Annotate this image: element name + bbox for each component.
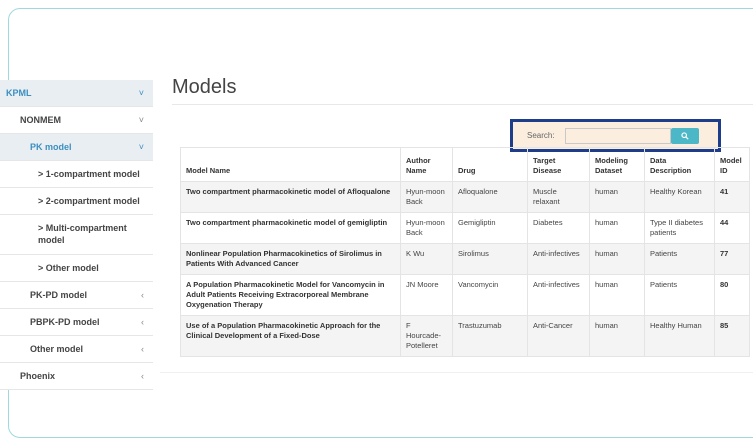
chevron-down-icon: ˅ [138, 142, 144, 152]
sidebar-item-multi-compartment[interactable]: > Multi-compartment model [0, 215, 153, 255]
sidebar: KPML ˅ NONMEM ˅ PK model ˅ > 1-compartme… [0, 80, 153, 390]
cell-drug: Afloqualone [452, 181, 528, 213]
cell-description: Healthy Human [644, 315, 715, 357]
search-label: Search: [527, 131, 555, 140]
table-row[interactable]: Use of a Population Pharmacokinetic Appr… [180, 315, 750, 357]
search-button[interactable] [671, 128, 699, 144]
chevron-left-icon: ‹ [141, 290, 144, 300]
sidebar-item-label: NONMEM [20, 115, 61, 125]
table-row[interactable]: Two compartment pharmacokinetic model of… [180, 181, 750, 213]
cell-author: JN Moore [400, 274, 453, 316]
sidebar-item-label: Phoenix [20, 371, 56, 381]
models-table-container: Model Name Author Name Drug Target Disea… [180, 147, 753, 372]
cell-drug: Vancomycin [452, 274, 528, 316]
cell-model-name[interactable]: Use of a Population Pharmacokinetic Appr… [180, 315, 401, 357]
divider [172, 104, 753, 105]
sidebar-item-label: Other model [30, 344, 84, 354]
chevron-left-icon: ‹ [141, 317, 144, 327]
cell-author: Hyun-moon Back [400, 181, 453, 213]
cell-model-name[interactable]: Two compartment pharmacokinetic model of… [180, 212, 401, 244]
cell-author: F Hourcade-Potelleret [400, 315, 453, 357]
cell-dataset: human [589, 181, 645, 213]
cell-model-name[interactable]: Two compartment pharmacokinetic model of… [180, 181, 401, 213]
sidebar-item-label: KPML [6, 88, 32, 98]
cell-dataset: human [589, 243, 645, 275]
cell-author: Hyun-moon Back [400, 212, 453, 244]
sidebar-item-pk-pd-model[interactable]: PK-PD model ‹ [0, 282, 153, 309]
sidebar-item-label: > Multi-compartment model [38, 223, 127, 245]
chevron-down-icon: ˅ [138, 88, 144, 98]
sidebar-item-other-model[interactable]: Other model ‹ [0, 336, 153, 363]
sidebar-item-1-compartment[interactable]: > 1-compartment model [0, 161, 153, 188]
cell-model-id: 77 [714, 243, 750, 275]
column-header-data-description[interactable]: Data Description [644, 147, 715, 182]
cell-drug: Sirolimus [452, 243, 528, 275]
chevron-left-icon: ‹ [141, 344, 144, 354]
column-header-target-disease[interactable]: Target Disease [527, 147, 590, 182]
sidebar-item-kpml[interactable]: KPML ˅ [0, 80, 153, 107]
cell-model-id: 80 [714, 274, 750, 316]
table-row[interactable]: A Population Pharmacokinetic Model for V… [180, 274, 750, 316]
search-icon [681, 132, 689, 140]
cell-drug: Gemigliptin [452, 212, 528, 244]
sidebar-item-label: PBPK-PD model [30, 317, 100, 327]
cell-drug: Trastuzumab [452, 315, 528, 357]
cell-dataset: human [589, 274, 645, 316]
cell-author: K Wu [400, 243, 453, 275]
cell-description: Healthy Korean [644, 181, 715, 213]
cell-model-name[interactable]: A Population Pharmacokinetic Model for V… [180, 274, 401, 316]
cell-target-disease: Anti-infectives [527, 243, 590, 275]
cell-target-disease: Anti-Cancer [527, 315, 590, 357]
page-title: Models [172, 76, 237, 98]
sidebar-item-phoenix[interactable]: Phoenix ‹ [0, 363, 153, 390]
sidebar-item-label: > 2-compartment model [38, 196, 140, 206]
cell-description: Patients [644, 274, 715, 316]
cell-dataset: human [589, 315, 645, 357]
search-bar: Search: [513, 122, 718, 149]
sidebar-item-label: PK-PD model [30, 290, 88, 300]
cell-model-id: 44 [714, 212, 750, 244]
cell-target-disease: Diabetes [527, 212, 590, 244]
sidebar-item-label: PK model [30, 142, 72, 152]
cell-target-disease: Anti-infectives [527, 274, 590, 316]
search-input[interactable] [565, 128, 671, 144]
sidebar-item-label: > Other model [38, 263, 99, 273]
table-row[interactable]: Two compartment pharmacokinetic model of… [180, 212, 750, 244]
column-header-model-id[interactable]: Model ID [714, 147, 750, 182]
cell-model-id: 41 [714, 181, 750, 213]
sidebar-item-2-compartment[interactable]: > 2-compartment model [0, 188, 153, 215]
cell-description: Type II diabetes patients [644, 212, 715, 244]
chevron-down-icon: ˅ [138, 115, 144, 125]
sidebar-item-pbpk-pd-model[interactable]: PBPK-PD model ‹ [0, 309, 153, 336]
models-table: Model Name Author Name Drug Target Disea… [180, 147, 750, 357]
column-header-author-name[interactable]: Author Name [400, 147, 453, 182]
column-header-model-name[interactable]: Model Name [180, 147, 401, 182]
divider [160, 372, 753, 373]
sidebar-item-nonmem[interactable]: NONMEM ˅ [0, 107, 153, 134]
column-header-modeling-dataset[interactable]: Modeling Dataset [589, 147, 645, 182]
cell-model-name[interactable]: Nonlinear Population Pharmacokinetics of… [180, 243, 401, 275]
chevron-left-icon: ‹ [141, 371, 144, 381]
column-header-drug[interactable]: Drug [452, 147, 528, 182]
cell-model-id: 85 [714, 315, 750, 357]
table-row[interactable]: Nonlinear Population Pharmacokinetics of… [180, 243, 750, 275]
table-header-row: Model Name Author Name Drug Target Disea… [180, 147, 750, 182]
cell-description: Patients [644, 243, 715, 275]
sidebar-item-label: > 1-compartment model [38, 169, 140, 179]
sidebar-item-other-model-sub[interactable]: > Other model [0, 255, 153, 282]
cell-target-disease: Muscle relaxant [527, 181, 590, 213]
cell-dataset: human [589, 212, 645, 244]
sidebar-item-pk-model[interactable]: PK model ˅ [0, 134, 153, 161]
